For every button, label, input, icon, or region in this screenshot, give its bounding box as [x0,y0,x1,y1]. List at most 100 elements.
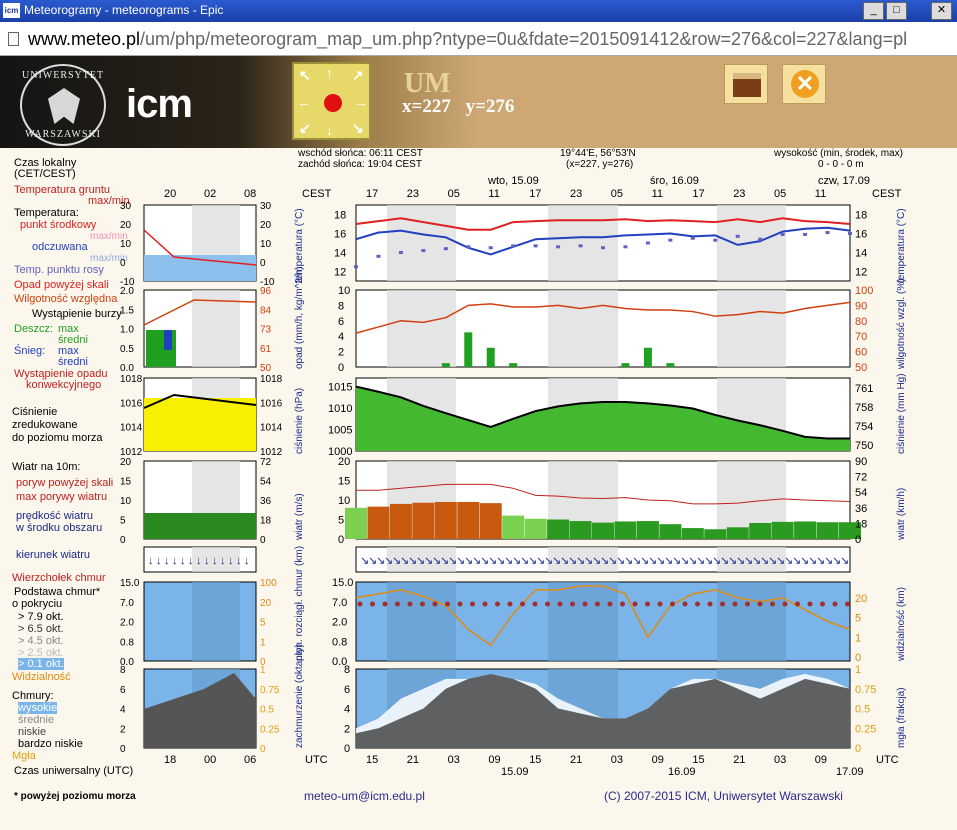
close-window-button[interactable]: ✕ [931,2,952,20]
mini-utc-hour: 18 [164,754,176,766]
pressure-tick: 1005 [328,425,352,437]
footer-copyright: (C) 2007-2015 ICM, Uniwersytet Warszawsk… [604,789,843,803]
dew-point-mark [623,245,628,249]
cloud-top-dot [595,601,600,607]
cloud-top-dot [670,601,675,607]
arrow-se-icon[interactable]: ↘ [352,120,364,137]
dew-point-mark [466,245,471,249]
utc-hour: 15 [692,754,704,766]
cloud-top-dot [570,601,575,607]
mini-cloud-tick: 2.0 [120,618,134,629]
close-meteogram-button[interactable]: ✕ [782,64,826,104]
precip-tick: 6 [338,316,344,328]
mini-fog-tick: 0 [260,744,266,755]
vis-tick: 5 [855,613,861,625]
cloud-top-dot [495,601,500,607]
right-axis-title: ciśnienie (mm Hg) [896,373,907,454]
arrow-e-icon[interactable]: → [354,94,368,110]
mini-hum-tick: 73 [260,325,272,336]
mini-press-tick-right: 1016 [260,398,283,409]
humidity-tick: 50 [855,362,867,374]
address-text[interactable]: www.meteo.pl/um/php/meteorogram_map_um.p… [28,29,907,50]
cloud-top-dot [807,601,813,607]
mini-okta-tick: 6 [120,685,126,696]
cloud-top-dot [382,601,388,607]
rain-bar [509,363,518,367]
arrow-sw-icon[interactable]: ↙ [299,120,311,137]
cloud-top-dot [620,601,625,607]
mini-temp-tick-right: 30 [260,201,272,212]
mini-cest-hour: 02 [204,188,216,200]
wind-speed-bar [794,521,817,539]
wind-speed-bar [412,502,435,539]
dew-point-mark [421,249,426,253]
mini-prec-tick: 1.5 [120,305,134,316]
precip-tick: 0 [338,362,344,374]
temp-tick-right: 12 [855,267,867,279]
cloud-top-dot [695,601,700,607]
window-titlebar: icm Meteorogramy - meteorograms - Epic _… [0,0,957,22]
mini-cest-hour: 20 [164,188,176,200]
wind-speed-bar [726,527,749,539]
archive-button[interactable] [724,64,768,104]
wind-speed-bar [389,503,412,539]
mini-kmh-tick: 54 [260,477,272,488]
day-label-top: śro, 16.09 [650,175,699,187]
cloud-top-dot [782,601,788,607]
mini-cloud-tick: 0.8 [120,637,134,648]
mini-fog-tick: 0.75 [260,685,280,696]
kmh-tick: 72 [855,472,867,484]
cest-hour: 05 [448,188,460,200]
arrow-s-icon[interactable]: ↓ [326,122,333,138]
arrow-ne-icon[interactable]: ↗ [352,67,364,84]
address-bar[interactable]: www.meteo.pl/um/php/meteorogram_map_um.p… [0,22,957,56]
mini-pressure-area [144,398,256,451]
utc-hour: 21 [570,754,582,766]
mini-temp-tick-right: 0 [260,258,266,269]
dew-point-mark [601,246,605,250]
cloud-top-dot [770,601,775,607]
dew-point-mark [803,232,808,236]
cest-label-left: CEST [302,188,332,200]
mini-temp-tick-left: 10 [120,239,132,250]
mini-cloud-tick: 15.0 [120,578,140,589]
humidity-tick: 60 [855,347,867,359]
kmh-tick: 54 [855,487,867,499]
arrow-nw-icon[interactable]: ↖ [299,67,311,84]
cloud-panel-night-0 [387,582,456,661]
mini-wind-area [144,513,256,539]
cest-hour: 17 [529,188,541,200]
cloud-top-dot [532,601,538,607]
cest-hour: 17 [692,188,704,200]
mini-wind-tick: 10 [120,496,132,507]
arrow-n-icon[interactable]: ↑ [326,65,333,81]
mini-wind-arrow-icon: ↓ [244,555,250,567]
cloud-top-dot [445,601,450,607]
uw-seal-logo: UNIWERSYTET WARSZAWSKI [20,64,106,146]
temp-tick-right: 18 [855,210,867,222]
cloud-top-dot [845,601,850,607]
map-navigation[interactable]: ↖ ↑ ↗ ← → ↙ ↓ ↘ [292,62,371,140]
cloud-top-dot [732,601,738,607]
cloud-top-dot [720,601,725,607]
wind-speed-bar [816,522,839,539]
cest-hour: 23 [407,188,419,200]
temp-tick-right: 14 [855,248,867,260]
maximize-button[interactable]: □ [886,2,907,20]
cloud-top-dot [707,601,713,607]
cloud-top-dot [507,601,513,607]
dew-point-mark [758,237,763,241]
arrow-w-icon[interactable]: ← [297,94,311,110]
mini-wind-tick: 5 [120,516,126,527]
okta-tick: 8 [344,664,350,676]
precip-tick: 4 [338,331,344,343]
left-axis-title: pion. rozciągł. chmur (km) [294,546,305,661]
footer-email[interactable]: meteo-um@icm.edu.pl [304,790,425,802]
temp-tick-left: 12 [334,267,346,279]
wind-tick: 15 [338,476,350,488]
mini-temp-tick-left: 0 [120,258,126,269]
box-icon [733,73,761,97]
cloud-top-dot [420,601,425,607]
mini-prec-tick: 0.5 [120,344,134,355]
minimize-button[interactable]: _ [863,2,884,20]
